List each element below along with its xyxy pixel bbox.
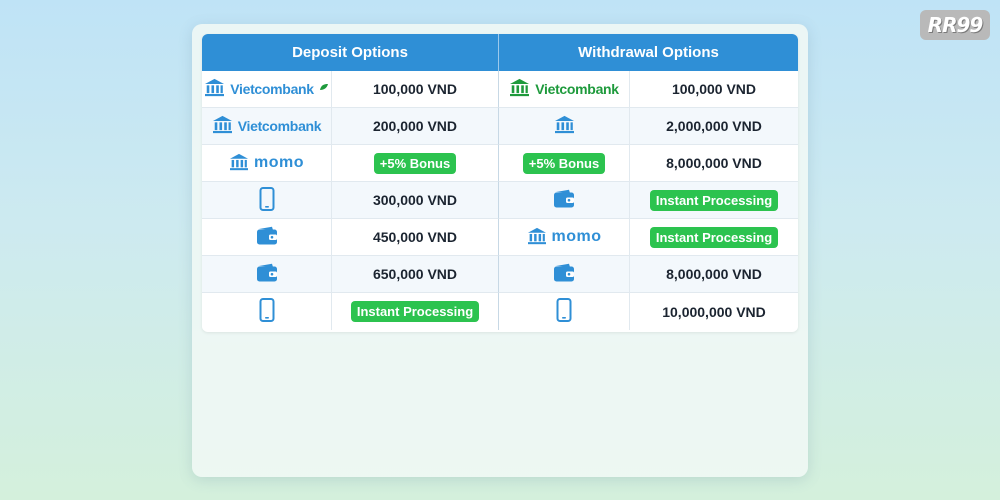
withdraw-value-cell: 2,000,000 VND [630,108,798,145]
deposit-method-cell: Vietcombank [202,71,332,108]
wallet-icon [553,263,575,286]
withdraw-instant-badge: Instant Processing [649,226,779,248]
withdraw-instant-badge: Instant Processing [649,189,779,211]
bank-icon [554,115,575,137]
withdraw-method-cell [499,293,630,330]
deposit-value-cell: 650,000 VND [332,256,499,293]
withdraw-method-cell [499,256,630,293]
deposit-value-cell: +5% Bonus [332,145,499,182]
deposit-instant-badge: Instant Processing [350,301,480,322]
withdraw-method-cell: momo [499,219,630,256]
phone-icon [259,298,275,325]
withdrawal-options-header: Withdrawal Options [499,34,798,71]
wallet-icon [553,189,575,212]
deposit-method-cell [202,219,332,256]
withdraw-method-cell [499,182,630,219]
withdraw-method-logo: Vietcombank [509,78,619,100]
deposit-value-cell: Instant Processing [332,293,499,330]
deposit-amount: 650,000 VND [372,266,458,282]
withdraw-value-cell: 8,000,000 VND [630,145,798,182]
bank-icon [229,153,249,174]
deposit-value-cell: 300,000 VND [332,182,499,219]
deposit-method-name: Vietcombank [230,81,314,97]
deposit-method-cell [202,256,332,293]
phone-icon [259,186,275,214]
deposit-bonus-badge: +5% Bonus [373,152,457,174]
withdraw-method-cell: Vietcombank [499,71,630,108]
deposit-method-cell [202,182,332,219]
withdraw-amount: 8,000,000 VND [666,155,762,171]
withdraw-value-cell: 10,000,000 VND [630,293,798,330]
withdraw-value-cell: Instant Processing [630,219,798,256]
withdraw-method-name: Vietcombank [535,81,619,97]
wallet-icon [256,226,278,249]
deposit-amount: 100,000 VND [372,81,458,97]
deposit-amount: 450,000 VND [372,229,458,245]
brand-logo-text: RR99 [927,13,984,37]
phone-icon [556,298,572,325]
withdraw-value-cell: Instant Processing [630,182,798,219]
payment-options-table: Deposit Options Withdrawal Options Vietc… [202,34,798,332]
bank-icon [509,78,530,100]
withdraw-value-cell: 8,000,000 VND [630,256,798,293]
bank-icon [204,78,225,100]
deposit-amount: 200,000 VND [372,118,458,134]
wallet-icon [256,263,278,286]
deposit-method-name: momo [254,154,304,171]
withdraw-bonus-badge: +5% Bonus [522,152,606,174]
brand-logo: RR99 [920,10,990,40]
withdraw-value-cell: 100,000 VND [630,71,798,108]
withdraw-amount: 2,000,000 VND [666,118,762,134]
withdraw-method-cell: +5% Bonus [499,145,630,182]
payment-options-card: Deposit Options Withdrawal Options Vietc… [192,24,808,477]
bank-icon [212,115,233,137]
bank-icon [527,227,547,248]
payment-options-grid: Deposit Options Withdrawal Options Vietc… [202,34,798,330]
deposit-method-logo: momo [229,153,304,174]
deposit-method-name: Vietcombank [237,118,322,134]
deposit-amount: 300,000 VND [372,192,458,208]
deposit-method-cell: momo [202,145,332,182]
deposit-method-cell: Vietcombank [202,108,332,145]
deposit-value-cell: 450,000 VND [332,219,499,256]
deposit-method-logo: Vietcombank [212,115,322,137]
withdraw-amount: 100,000 VND [671,81,757,97]
withdraw-amount: 10,000,000 VND [662,303,766,320]
deposit-method-cell [202,293,332,330]
deposit-method-logo: Vietcombank [204,78,329,100]
withdraw-method-name: momo [551,228,602,245]
withdraw-method-cell [499,108,630,145]
withdraw-method-logo: momo [527,227,602,248]
deposit-options-header: Deposit Options [202,34,499,71]
withdraw-amount: 8,000,000 VND [666,266,762,282]
leaf-icon [319,78,329,94]
deposit-value-cell: 200,000 VND [332,108,499,145]
deposit-value-cell: 100,000 VND [332,71,499,108]
